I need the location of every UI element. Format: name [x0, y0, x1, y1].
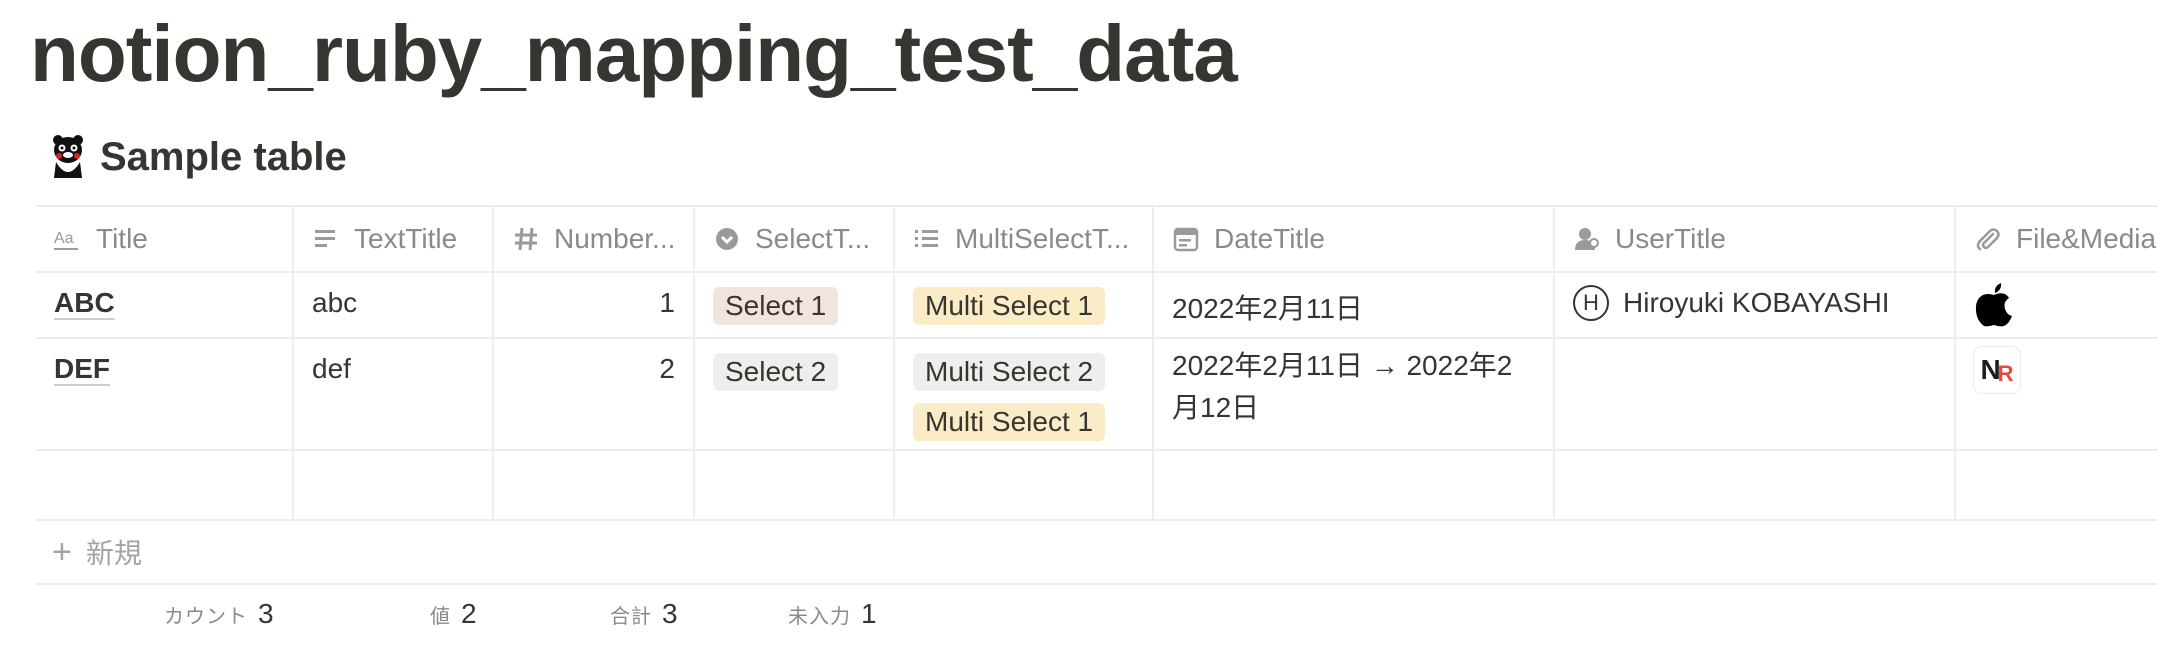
column-header-select[interactable]: SelectT...	[695, 207, 895, 271]
calc-values[interactable]: 値 2	[430, 598, 477, 630]
select-cell[interactable]: Select 1	[695, 273, 895, 337]
column-header-label: DateTitle	[1214, 223, 1326, 254]
text-cell[interactable]: def	[294, 339, 494, 449]
column-header-date[interactable]: DateTitle	[1154, 207, 1555, 271]
text-lines-icon	[312, 225, 340, 253]
file-cell[interactable]: NR	[1956, 339, 2158, 449]
avatar: H	[1573, 285, 1609, 321]
user-icon	[1573, 225, 1601, 253]
multi-select-tag: Multi Select 1	[913, 403, 1106, 441]
user-name: Hiroyuki KOBAYASHI	[1623, 287, 1890, 318]
svg-text:Aa: Aa	[54, 230, 74, 247]
calc-empty[interactable]: 未入力 1	[788, 598, 877, 630]
page-link[interactable]: ABC	[54, 287, 115, 318]
new-row-label: 新規	[85, 538, 142, 569]
multi-select-tag: Multi Select 1	[913, 287, 1106, 325]
calc-label: 合計	[610, 606, 652, 628]
empty-cell	[294, 451, 494, 519]
calc-label: 未入力	[788, 606, 851, 628]
calculation-footer: カウント 3 値 2 合計 3 未入力 1	[0, 598, 2158, 638]
database-header: Sample table	[50, 134, 347, 180]
calc-label: 値	[430, 606, 451, 628]
column-header-label: File&Media	[2016, 223, 2157, 254]
calc-value: 2	[461, 598, 477, 629]
calc-count[interactable]: カウント 3	[164, 598, 274, 630]
page-link[interactable]: DEF	[54, 353, 110, 384]
date-cell[interactable]: 2022年2月11日 → 2022年2月12日	[1154, 339, 1555, 449]
calc-label: カウント	[164, 606, 248, 628]
calc-sum[interactable]: 合計 3	[610, 598, 678, 630]
column-header-label: Title	[96, 223, 148, 254]
column-header-title[interactable]: Aa Title	[36, 207, 294, 271]
database-title[interactable]: Sample table	[100, 135, 347, 180]
multi-select-cell[interactable]: Multi Select 2 Multi Select 1	[895, 339, 1154, 449]
number-cell[interactable]: 2	[494, 339, 695, 449]
list-icon	[913, 225, 941, 253]
empty-cell	[494, 451, 695, 519]
title-cell[interactable]: DEF	[36, 339, 294, 449]
column-header-label: Number...	[554, 223, 676, 254]
table-row-empty	[36, 451, 2158, 521]
column-header-label: MultiSelectT...	[955, 223, 1130, 254]
calendar-icon	[1172, 225, 1200, 253]
select-tag: Select 1	[713, 287, 839, 325]
column-header-text[interactable]: TextTitle	[294, 207, 494, 271]
plus-icon: +	[52, 532, 72, 571]
apple-logo-icon[interactable]	[1974, 283, 2014, 333]
column-header-multiselect[interactable]: MultiSelectT...	[895, 207, 1154, 271]
select-tag: Select 2	[713, 353, 839, 391]
column-header-user[interactable]: UserTitle	[1555, 207, 1956, 271]
column-header-files[interactable]: File&Media	[1956, 207, 2158, 271]
title-aa-icon: Aa	[54, 225, 82, 253]
table-header-row: Aa Title TextTitle Number... SelectT...	[36, 205, 2158, 273]
empty-cell	[36, 451, 294, 519]
new-row-button[interactable]: + 新規	[36, 521, 2158, 585]
hash-icon	[512, 225, 540, 253]
column-header-label: UserTitle	[1615, 223, 1726, 254]
multi-select-tag: Multi Select 2	[913, 353, 1106, 391]
database-table: Aa Title TextTitle Number... SelectT...	[36, 205, 2158, 585]
empty-cell	[1956, 451, 2158, 519]
select-cell[interactable]: Select 2	[695, 339, 895, 449]
calc-value: 3	[258, 598, 274, 629]
calc-value: 1	[861, 598, 877, 629]
empty-cell	[1555, 451, 1956, 519]
title-cell[interactable]: ABC	[36, 273, 294, 337]
file-cell[interactable]	[1956, 273, 2158, 337]
multi-select-cell[interactable]: Multi Select 1	[895, 273, 1154, 337]
table-row[interactable]: ABC abc 1 Select 1 Multi Select 1 2022年2…	[36, 273, 2158, 339]
number-cell[interactable]: 1	[494, 273, 695, 337]
empty-cell	[895, 451, 1154, 519]
paperclip-icon	[1974, 225, 2002, 253]
user-cell[interactable]: H Hiroyuki KOBAYASHI	[1555, 273, 1956, 337]
column-header-label: TextTitle	[354, 223, 458, 254]
date-cell[interactable]: 2022年2月11日	[1154, 273, 1555, 337]
empty-cell	[695, 451, 895, 519]
calc-value: 3	[662, 598, 678, 629]
page-title[interactable]: notion_ruby_mapping_test_data	[30, 8, 1238, 100]
column-header-number[interactable]: Number...	[494, 207, 695, 271]
user-cell[interactable]	[1555, 339, 1956, 449]
table-row[interactable]: DEF def 2 Select 2 Multi Select 2 Multi …	[36, 339, 2158, 451]
select-chevron-circle-icon	[713, 225, 741, 253]
kumamon-bear-icon[interactable]	[50, 134, 86, 180]
text-cell[interactable]: abc	[294, 273, 494, 337]
empty-cell	[1154, 451, 1555, 519]
column-header-label: SelectT...	[755, 223, 871, 254]
nr-logo-icon[interactable]: NR	[1974, 347, 2020, 393]
